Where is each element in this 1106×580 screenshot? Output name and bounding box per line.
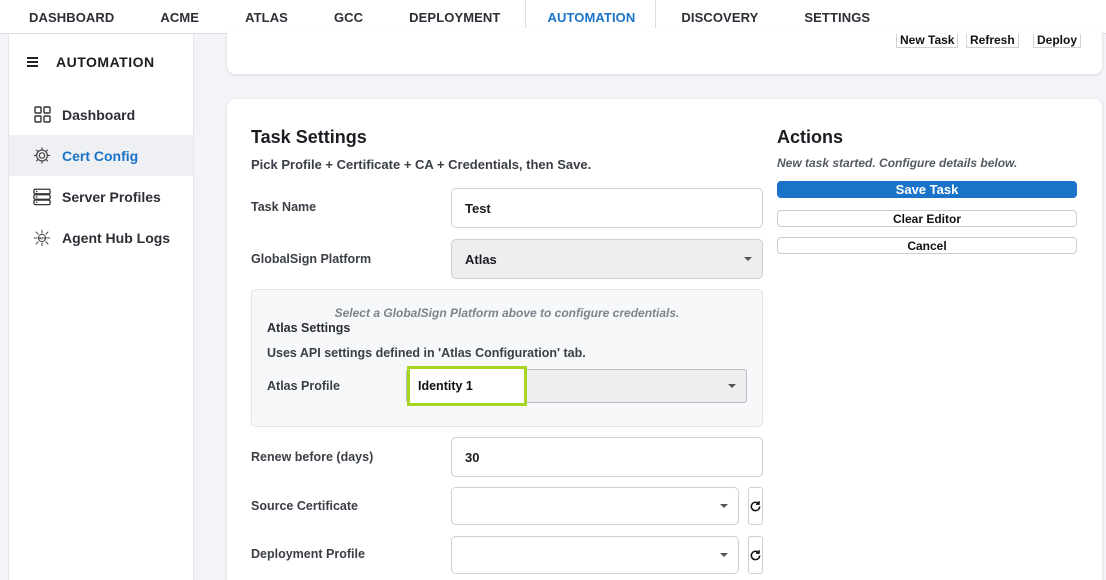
refresh-icon	[750, 500, 761, 511]
server-icon	[33, 188, 51, 206]
platform-label: GlobalSign Platform	[251, 252, 372, 266]
task-settings-title: Task Settings	[251, 127, 367, 147]
renew-label: Renew before (days)	[251, 450, 374, 464]
chevron-down-icon	[744, 257, 752, 261]
deploy-profile-select[interactable]	[451, 536, 739, 574]
sidebar-item-server-profiles[interactable]: Server Profiles	[9, 176, 193, 217]
sidebar-item-label: Dashboard	[62, 106, 136, 123]
gear-icon	[33, 147, 51, 165]
sidebar-item-cert-config[interactable]: Cert Config	[9, 135, 193, 176]
sidebar-title: AUTOMATION	[56, 54, 155, 70]
sidebar-item-agent-hub-logs[interactable]: API Agent Hub Logs	[9, 217, 193, 258]
actions-status: New task started. Configure details belo…	[777, 156, 1018, 170]
api-hub-icon: API	[33, 229, 51, 247]
atlas-profile-value: Identity 1	[407, 366, 527, 406]
cancel-button[interactable]: Cancel	[777, 237, 1077, 254]
platform-select[interactable]: Atlas	[451, 239, 763, 279]
sidebar-header: AUTOMATION	[9, 34, 193, 90]
svg-text:API: API	[39, 236, 45, 240]
chevron-down-icon	[720, 553, 728, 557]
refresh-deploy-profile-button[interactable]	[748, 536, 763, 574]
renew-days-field[interactable]: 30	[451, 437, 763, 477]
tab-dashboard[interactable]: DASHBOARD	[0, 0, 137, 34]
atlas-settings-desc: Uses API settings defined in 'Atlas Conf…	[267, 346, 586, 360]
sidebar-item-label: Server Profiles	[62, 188, 161, 205]
task-name-field[interactable]: Test	[451, 188, 763, 228]
save-task-button[interactable]: Save Task	[777, 181, 1077, 198]
clear-editor-button[interactable]: Clear Editor	[777, 210, 1077, 227]
atlas-profile-label: Atlas Profile	[267, 379, 340, 393]
toolbar-card: New Task Refresh Deploy	[227, 28, 1102, 74]
task-editor-card: Task Settings Pick Profile + Certificate…	[227, 99, 1102, 580]
chevron-down-icon	[728, 384, 736, 388]
credentials-note: Select a GlobalSign Platform above to co…	[334, 306, 680, 320]
actions-title: Actions	[777, 127, 844, 147]
sidebar-item-label: Agent Hub Logs	[62, 229, 171, 246]
menu-icon[interactable]	[27, 55, 38, 70]
refresh-icon	[750, 549, 761, 560]
source-cert-label: Source Certificate	[251, 499, 358, 513]
atlas-profile-select[interactable]: Identity 1	[406, 366, 747, 406]
deploy-button[interactable]: Deploy	[1033, 34, 1082, 48]
sidebar-item-label: Cert Config	[62, 147, 139, 164]
new-task-button[interactable]: New Task	[896, 34, 959, 48]
grid-icon	[33, 106, 51, 124]
credentials-panel: Select a GlobalSign Platform above to co…	[251, 289, 763, 427]
tab-acme[interactable]: ACME	[137, 0, 222, 34]
chevron-down-icon	[720, 504, 728, 508]
deploy-profile-label: Deployment Profile	[251, 547, 365, 561]
source-cert-select[interactable]	[451, 487, 739, 525]
task-name-label: Task Name	[251, 200, 317, 214]
atlas-settings-title: Atlas Settings	[267, 321, 351, 335]
platform-select-value: Atlas	[465, 251, 497, 267]
sidebar-item-dashboard[interactable]: Dashboard	[9, 94, 193, 135]
refresh-button[interactable]: Refresh	[966, 34, 1019, 48]
task-settings-subtitle: Pick Profile + Certificate + CA + Creden…	[251, 157, 592, 172]
sidebar: AUTOMATION Dashboard Cert Config Server …	[8, 34, 194, 580]
refresh-source-cert-button[interactable]	[748, 487, 763, 525]
